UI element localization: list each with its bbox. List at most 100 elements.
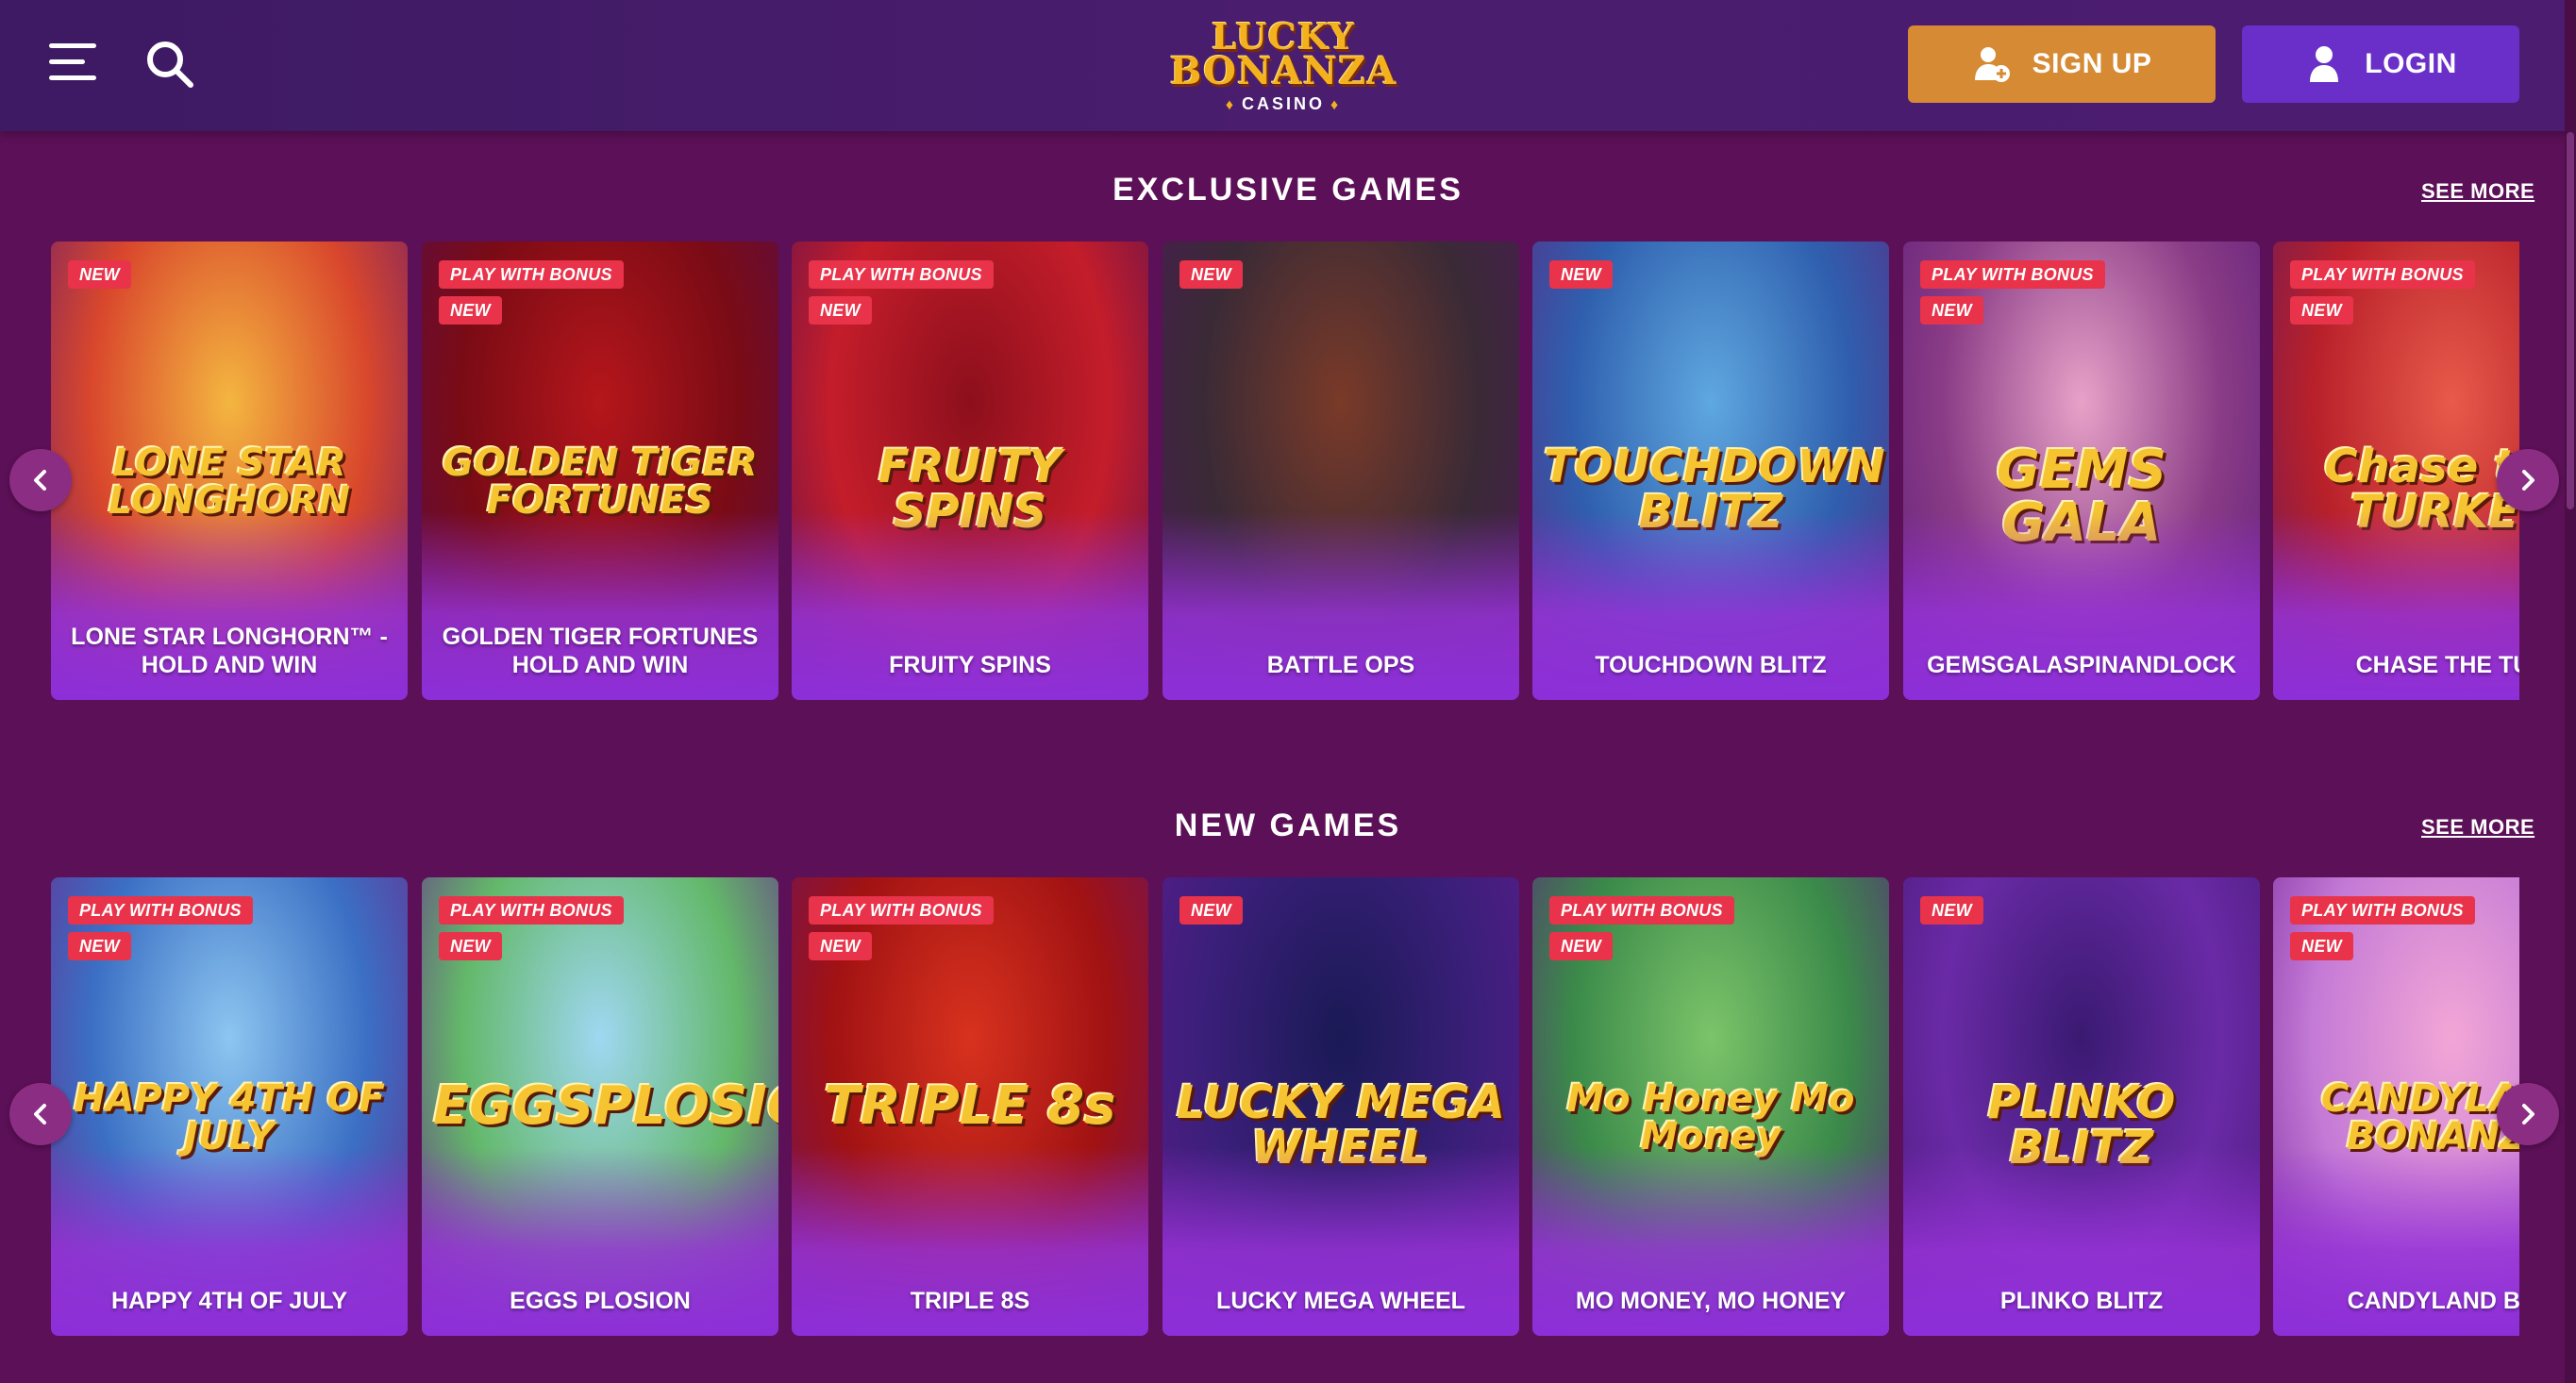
site-logo[interactable]: LUCKY BONANZA ♦ CASINO ♦: [1161, 19, 1406, 114]
chevron-right-icon: [2522, 1104, 2534, 1125]
game-logo-art: HAPPY 4TH OF JULY: [74, 1077, 385, 1158]
badge-group: NEW: [68, 260, 131, 289]
badge-group: PLAY WITH BONUS NEW: [439, 260, 624, 325]
site-header: LUCKY BONANZA ♦ CASINO ♦ SIGN UP LOGIN: [0, 0, 2576, 131]
game-card[interactable]: TRIPLE 8s PLAY WITH BONUS NEW TRIPLE 8S: [792, 877, 1148, 1336]
game-logo-art: LONE STAR LONGHORN: [108, 442, 351, 523]
scrollbar-thumb[interactable]: [2567, 132, 2574, 509]
badge-group: PLAY WITH BONUS NEW: [439, 896, 624, 960]
game-logo-art: EGGSPLOSION: [433, 1075, 778, 1137]
gem-icon: ♦: [1330, 97, 1342, 113]
login-label: LOGIN: [2365, 48, 2457, 79]
new-badge: NEW: [1179, 896, 1243, 925]
game-card[interactable]: GOLDEN TIGER FORTUNES PLAY WITH BONUS NEW G…: [422, 242, 778, 700]
play-with-bonus-badge: PLAY WITH BONUS: [809, 260, 994, 289]
badge-group: NEW: [1179, 260, 1243, 289]
game-card[interactable]: PLINKO BLITZNEWPLINKO BLITZ: [1903, 877, 2260, 1336]
page-scrollbar[interactable]: [2565, 0, 2576, 1383]
sign-up-button[interactable]: SIGN UP: [1908, 25, 2216, 103]
game-title: EGGS PLOSION: [510, 1288, 691, 1314]
game-card[interactable]: GEMS GALAPLAY WITH BONUSNEWGEMSGALASPINA…: [1903, 242, 2260, 700]
badge-group: PLAY WITH BONUS NEW: [1549, 896, 1734, 960]
logo-line3: CASINO: [1241, 94, 1325, 113]
game-title: PLINKO BLITZ: [1999, 1288, 2164, 1314]
badge-group: PLAY WITH BONUS NEW: [68, 896, 253, 960]
new-badge: NEW: [68, 260, 131, 289]
logo-line2: BONANZA: [1169, 49, 1397, 93]
see-more-link[interactable]: SEE MORE: [2421, 815, 2534, 840]
badge-group: PLAY WITH BONUS NEW: [2290, 260, 2475, 325]
new-badge: NEW: [1179, 260, 1243, 289]
chevron-left-icon: [34, 470, 46, 491]
new-badge: NEW: [2290, 932, 2353, 960]
section-title-new: NEW GAMES: [1174, 808, 1402, 843]
game-carousel-new: HAPPY 4TH OF JULY PLAY WITH BONUS NEW HAPPY…: [51, 877, 2519, 1336]
add-user-icon: [1974, 47, 2010, 82]
game-carousel-exclusive: LONE STAR LONGHORN NEW LONE STAR LONGHORN™…: [51, 242, 2519, 700]
hamburger-menu-icon[interactable]: [49, 43, 96, 81]
play-with-bonus-badge: PLAY WITH BONUS: [2290, 260, 2475, 289]
play-with-bonus-badge: PLAY WITH BONUS: [439, 260, 624, 289]
badge-group: PLAY WITH BONUS NEW: [1920, 260, 2105, 325]
play-with-bonus-badge: PLAY WITH BONUS: [439, 896, 624, 925]
carousel-next-button[interactable]: [2497, 449, 2559, 511]
badge-group: NEW: [1179, 896, 1243, 925]
play-with-bonus-badge: PLAY WITH BONUS: [1920, 260, 2105, 289]
game-title: HAPPY 4TH OF JULY: [110, 1288, 348, 1314]
search-icon[interactable]: [143, 38, 196, 91]
new-badge: NEW: [1920, 296, 1983, 325]
badge-group: PLAY WITH BONUS NEW: [809, 260, 994, 325]
new-badge: NEW: [439, 296, 502, 325]
game-title: TRIPLE 8S: [910, 1288, 1030, 1314]
carousel-prev-button[interactable]: [9, 449, 72, 511]
game-title: GOLDEN TIGER FORTUNES HOLD AND WIN: [442, 624, 759, 678]
sign-up-label: SIGN UP: [2032, 48, 2152, 79]
game-title: TOUCHDOWN BLITZ: [1595, 652, 1827, 678]
new-badge: NEW: [1549, 260, 1613, 289]
game-card[interactable]: LONE STAR LONGHORN NEW LONE STAR LONGHORN™…: [51, 242, 408, 700]
gem-icon: ♦: [1225, 97, 1236, 113]
game-title: CHASE THE TUR: [2355, 652, 2519, 678]
play-with-bonus-badge: PLAY WITH BONUS: [1549, 896, 1734, 925]
game-logo-art: TRIPLE 8s: [824, 1075, 1116, 1137]
chevron-right-icon: [2522, 470, 2534, 491]
game-card[interactable]: LUCKY MEGA WHEELNEWLUCKY MEGA WHEEL: [1163, 877, 1519, 1336]
game-title: BATTLE OPS: [1266, 652, 1415, 678]
game-card[interactable]: Chase the TURKEYPLAY WITH BONUSNEWCHASE …: [2273, 242, 2519, 700]
game-card[interactable]: Mo Honey Mo Money PLAY WITH BONUS NEW MO MO…: [1532, 877, 1889, 1336]
game-card[interactable]: NEW BATTLE OPS: [1163, 242, 1519, 700]
game-title: CANDYLAND BON: [2347, 1288, 2519, 1314]
badge-group: NEW: [1549, 260, 1613, 289]
game-card[interactable]: EGGSPLOSION PLAY WITH BONUS NEW EGGS PLOSIO…: [422, 877, 778, 1336]
badge-group: PLAY WITH BONUS NEW: [809, 896, 994, 960]
play-with-bonus-badge: PLAY WITH BONUS: [68, 896, 253, 925]
user-icon: [2310, 46, 2339, 82]
new-badge: NEW: [1920, 896, 1983, 925]
game-logo-art: CANDYLAND BONANZA: [2321, 1077, 2519, 1158]
game-title: LUCKY MEGA WHEEL: [1216, 1288, 1465, 1314]
badge-group: NEW: [1920, 896, 1983, 925]
game-card[interactable]: HAPPY 4TH OF JULY PLAY WITH BONUS NEW HAPPY…: [51, 877, 408, 1336]
chevron-left-icon: [34, 1104, 46, 1125]
play-with-bonus-badge: PLAY WITH BONUS: [2290, 896, 2475, 925]
section-title-exclusive: EXCLUSIVE GAMES: [1112, 172, 1464, 208]
game-title: FRUITY SPINS: [889, 652, 1051, 678]
new-badge: NEW: [439, 932, 502, 960]
game-card[interactable]: CANDYLAND BONANZA PLAY WITH BONUS NEW CANDY…: [2273, 877, 2519, 1336]
new-badge: NEW: [2290, 296, 2353, 325]
play-with-bonus-badge: PLAY WITH BONUS: [809, 896, 994, 925]
carousel-prev-button[interactable]: [9, 1083, 72, 1145]
game-logo-art: GOLDEN TIGER FORTUNES: [443, 442, 758, 523]
game-card[interactable]: FRUITY SPINSPLAY WITH BONUSNEWFRUITY SPI…: [792, 242, 1148, 700]
game-logo-art: Mo Honey Mo Money: [1566, 1077, 1855, 1158]
game-title: LONE STAR LONGHORN™ - HOLD AND WIN: [71, 624, 388, 678]
carousel-next-button[interactable]: [2497, 1083, 2559, 1145]
new-badge: NEW: [809, 932, 872, 960]
login-button[interactable]: LOGIN: [2242, 25, 2519, 103]
new-badge: NEW: [1549, 932, 1613, 960]
badge-group: PLAY WITH BONUS NEW: [2290, 896, 2475, 960]
game-card[interactable]: TOUCHDOWN BLITZNEWTOUCHDOWN BLITZ: [1532, 242, 1889, 700]
new-badge: NEW: [68, 932, 131, 960]
new-badge: NEW: [809, 296, 872, 325]
see-more-link[interactable]: SEE MORE: [2421, 179, 2534, 204]
